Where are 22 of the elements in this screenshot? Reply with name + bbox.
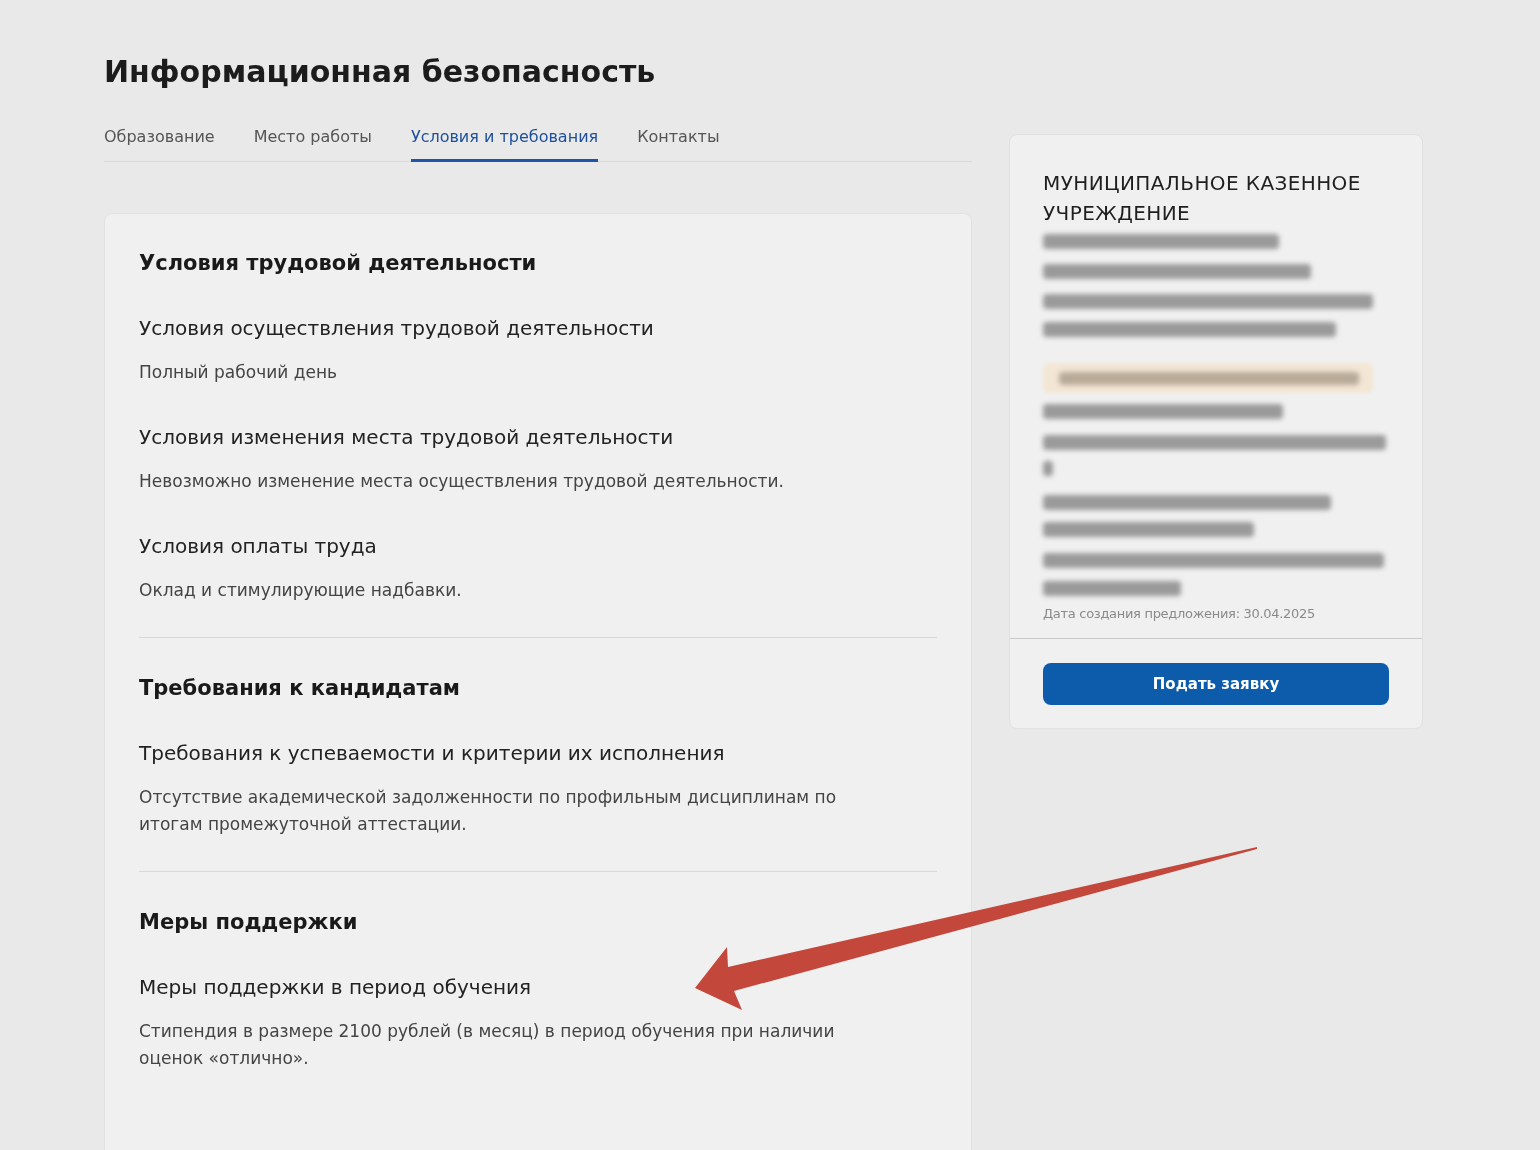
body-text: Оклад и стимулирующие надбавки. — [139, 579, 462, 602]
subsection-heading: Условия изменения места трудовой деятельности — [139, 424, 674, 451]
section-heading: Условия трудовой деятельности — [139, 250, 537, 277]
subsection-heading: Требования к успеваемости и критерии их исполнения — [139, 740, 725, 767]
page-title: Информационная безопасность — [104, 53, 656, 91]
apply-button[interactable]: Подать заявку — [1043, 663, 1389, 705]
creation-date: Дата создания предложения: 30.04.2025 — [1043, 606, 1315, 622]
subsection-heading: Условия оплаты труда — [139, 533, 377, 560]
tab[interactable]: Контакты — [637, 125, 720, 162]
subsection-heading: Меры поддержки в период обучения — [139, 974, 532, 1001]
tab[interactable]: Условия и требования — [410, 125, 599, 162]
body-text: Отсутствие академической задолженности по профильным дисциплинам по итогам промежуточной аттестации. — [139, 786, 838, 836]
tab[interactable]: Образование — [104, 125, 215, 162]
section-heading: Требования к кандидатам — [139, 675, 460, 702]
tab[interactable]: Место работы — [253, 125, 372, 162]
body-text: Полный рабочий день — [139, 361, 338, 384]
organization-name: МУНИЦИПАЛЬНОЕ КАЗЕННОЕ УЧРЕЖДЕНИЕ — [1043, 170, 1362, 227]
section-heading: Меры поддержки — [139, 909, 358, 936]
body-text: Стипендия в размере 2100 рублей (в месяц) в период обучения при наличии оценок «отлично». — [139, 1020, 836, 1070]
body-text: Невозможно изменение места осуществления трудовой деятельности. — [139, 470, 784, 493]
subsection-heading: Условия осуществления трудовой деятельности — [139, 315, 654, 342]
blurred-text — [1043, 461, 1053, 476]
